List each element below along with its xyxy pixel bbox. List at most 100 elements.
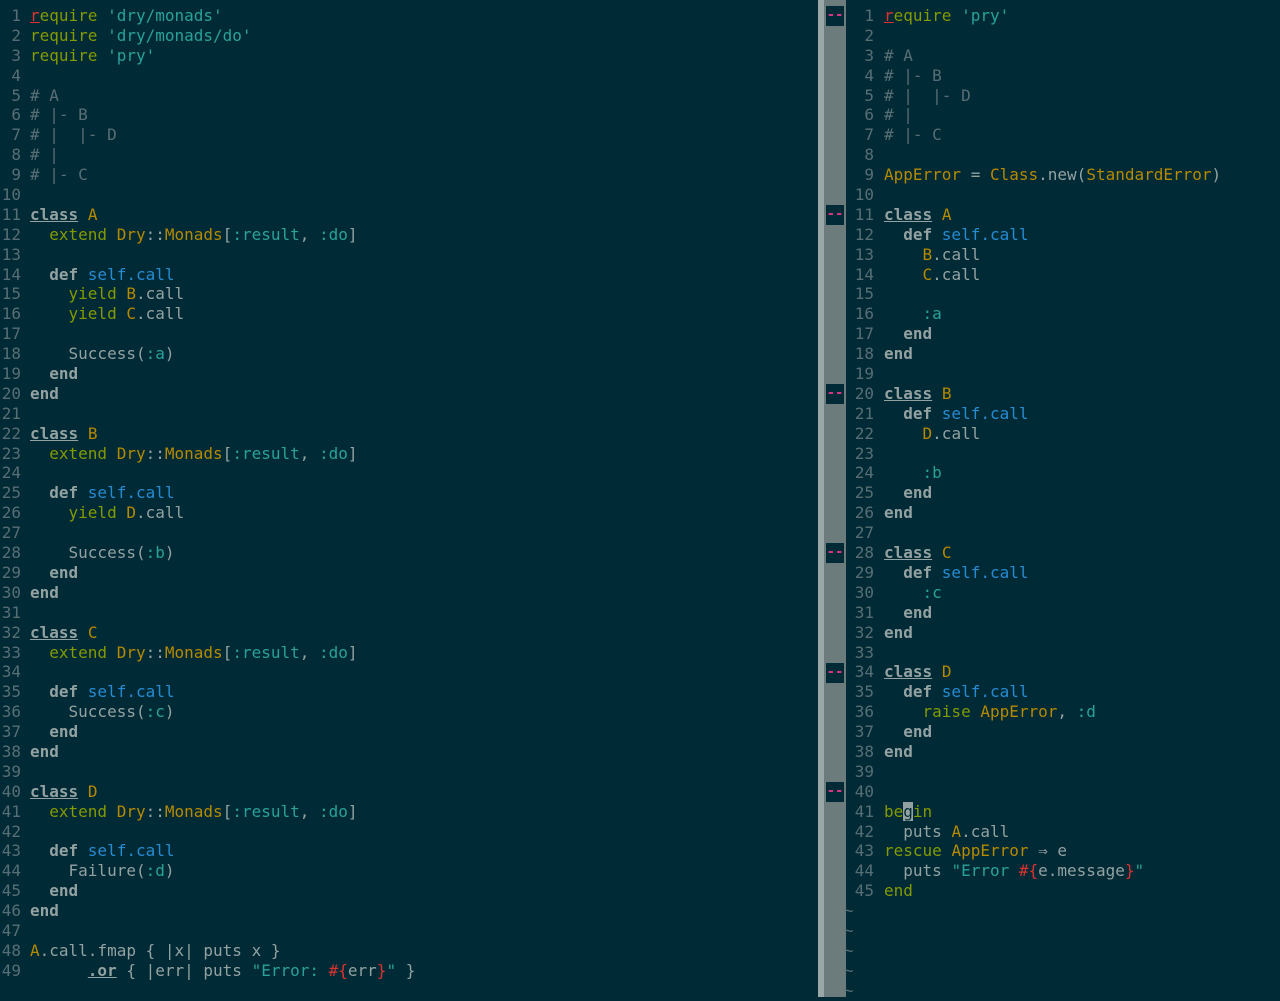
code-text[interactable]: end	[30, 563, 78, 583]
code-line[interactable]: 18 end	[846, 344, 1280, 364]
code-text[interactable]: yield D.call	[30, 503, 185, 523]
code-line[interactable]: 27	[0, 523, 818, 543]
code-line[interactable]: 1 require 'dry/monads'	[0, 6, 818, 26]
code-line[interactable]: 22 class B	[0, 424, 818, 444]
code-text[interactable]: end	[884, 881, 913, 901]
code-text[interactable]: class A	[30, 205, 97, 225]
code-line[interactable]: 29 end	[0, 563, 818, 583]
code-text[interactable]: extend Dry::Monads[:result, :do]	[30, 444, 357, 464]
code-text[interactable]: def self.call	[884, 563, 1028, 583]
code-line[interactable]: 47	[0, 921, 818, 941]
code-line[interactable]: 40	[846, 782, 1280, 802]
code-text[interactable]: # | |- D	[884, 86, 971, 106]
code-line[interactable]: 33 extend Dry::Monads[:result, :do]	[0, 643, 818, 663]
code-text[interactable]: end	[30, 384, 59, 404]
code-line[interactable]: 23	[846, 444, 1280, 464]
code-text[interactable]: Failure(:d)	[30, 861, 175, 881]
code-text[interactable]: end	[30, 364, 78, 384]
code-line[interactable]: 14 C.call	[846, 265, 1280, 285]
code-text[interactable]: class C	[884, 543, 951, 563]
code-line[interactable]: 44 puts "Error #{e.message}"	[846, 861, 1280, 881]
code-line[interactable]: 19 end	[0, 364, 818, 384]
code-text[interactable]: Success(:c)	[30, 702, 175, 722]
code-text[interactable]: require 'dry/monads/do'	[30, 26, 252, 46]
code-text[interactable]: extend Dry::Monads[:result, :do]	[30, 643, 357, 663]
code-line[interactable]: 3 require 'pry'	[0, 46, 818, 66]
code-line[interactable]: 19	[846, 364, 1280, 384]
code-line[interactable]: 17 end	[846, 324, 1280, 344]
code-line[interactable]: 2 require 'dry/monads/do'	[0, 26, 818, 46]
code-text[interactable]: require 'dry/monads'	[30, 6, 223, 26]
code-line[interactable]: 16 yield C.call	[0, 304, 818, 324]
code-line[interactable]: 39	[0, 762, 818, 782]
code-line[interactable]: 26 yield D.call	[0, 503, 818, 523]
code-line[interactable]: 22 D.call	[846, 424, 1280, 444]
code-line[interactable]: 7 # |- C	[846, 125, 1280, 145]
code-text[interactable]: # |- C	[884, 125, 942, 145]
code-text[interactable]: D.call	[884, 424, 981, 444]
code-line[interactable]: 7 # | |- D	[0, 125, 818, 145]
code-text[interactable]: AppError = Class.new(StandardError)	[884, 165, 1221, 185]
code-text[interactable]: end	[884, 344, 913, 364]
code-text[interactable]: Success(:a)	[30, 344, 175, 364]
code-line[interactable]: 30 end	[0, 583, 818, 603]
code-text[interactable]: class B	[884, 384, 951, 404]
code-line[interactable]: 21 def self.call	[846, 404, 1280, 424]
code-text[interactable]: :a	[884, 304, 942, 324]
code-text[interactable]: end	[884, 483, 932, 503]
code-line[interactable]: 41 begin	[846, 801, 1280, 822]
code-text[interactable]: end	[30, 901, 59, 921]
code-text[interactable]: extend Dry::Monads[:result, :do]	[30, 802, 357, 822]
code-line[interactable]: 37 end	[0, 722, 818, 742]
code-text[interactable]: end	[884, 324, 932, 344]
code-line[interactable]: 32 class C	[0, 623, 818, 643]
code-text[interactable]: # |- B	[30, 105, 88, 125]
code-line[interactable]: 29 def self.call	[846, 563, 1280, 583]
code-line[interactable]: 18 Success(:a)	[0, 344, 818, 364]
code-line[interactable]: 4 # |- B	[846, 66, 1280, 86]
code-line[interactable]: 2	[846, 26, 1280, 46]
code-line[interactable]: 49 .or { |err| puts "Error: #{err}" }	[0, 961, 818, 981]
code-text[interactable]: A.call.fmap { |x| puts x }	[30, 941, 280, 961]
code-line[interactable]: 21	[0, 404, 818, 424]
code-text[interactable]: # |	[884, 105, 913, 125]
code-line[interactable]: 48 A.call.fmap { |x| puts x }	[0, 941, 818, 961]
code-line[interactable]: 43 def self.call	[0, 841, 818, 861]
code-text[interactable]: end	[30, 742, 59, 762]
code-line[interactable]: 11 class A	[0, 205, 818, 225]
code-text[interactable]: # A	[30, 86, 59, 106]
code-text[interactable]: class D	[884, 662, 951, 682]
code-text[interactable]: def self.call	[884, 682, 1028, 702]
code-line[interactable]: 17	[0, 324, 818, 344]
code-line[interactable]: 15	[846, 284, 1280, 304]
code-text[interactable]: end	[30, 583, 59, 603]
code-line[interactable]: 28 class C	[846, 543, 1280, 563]
code-line[interactable]: 5 # | |- D	[846, 86, 1280, 106]
code-text[interactable]: begin	[884, 801, 932, 822]
code-text[interactable]: raise AppError, :d	[884, 702, 1096, 722]
code-text[interactable]: # | |- D	[30, 125, 117, 145]
code-text[interactable]: end	[30, 881, 78, 901]
code-line[interactable]: 42 puts A.call	[846, 822, 1280, 842]
code-line[interactable]: 6 # |	[846, 105, 1280, 125]
code-text[interactable]: :b	[884, 463, 942, 483]
code-line[interactable]: 10	[0, 185, 818, 205]
code-line[interactable]: 5 # A	[0, 86, 818, 106]
scrollbar-track[interactable]	[818, 0, 824, 997]
code-text[interactable]: puts A.call	[884, 822, 1009, 842]
code-text[interactable]: end	[884, 503, 913, 523]
code-line[interactable]: 13 B.call	[846, 245, 1280, 265]
code-text[interactable]: require 'pry'	[30, 46, 155, 66]
code-line[interactable]: 14 def self.call	[0, 265, 818, 285]
code-line[interactable]: 8 # |	[0, 145, 818, 165]
code-line[interactable]: 24 :b	[846, 463, 1280, 483]
code-line[interactable]: 41 extend Dry::Monads[:result, :do]	[0, 802, 818, 822]
code-text[interactable]: end	[30, 722, 78, 742]
code-line[interactable]: 34 class D	[846, 662, 1280, 682]
code-line[interactable]: 20 end	[0, 384, 818, 404]
code-text[interactable]: def self.call	[30, 682, 174, 702]
code-text[interactable]: class C	[30, 623, 97, 643]
code-line[interactable]: 4	[0, 66, 818, 86]
code-line[interactable]: 31 end	[846, 603, 1280, 623]
code-text[interactable]: B.call	[884, 245, 981, 265]
